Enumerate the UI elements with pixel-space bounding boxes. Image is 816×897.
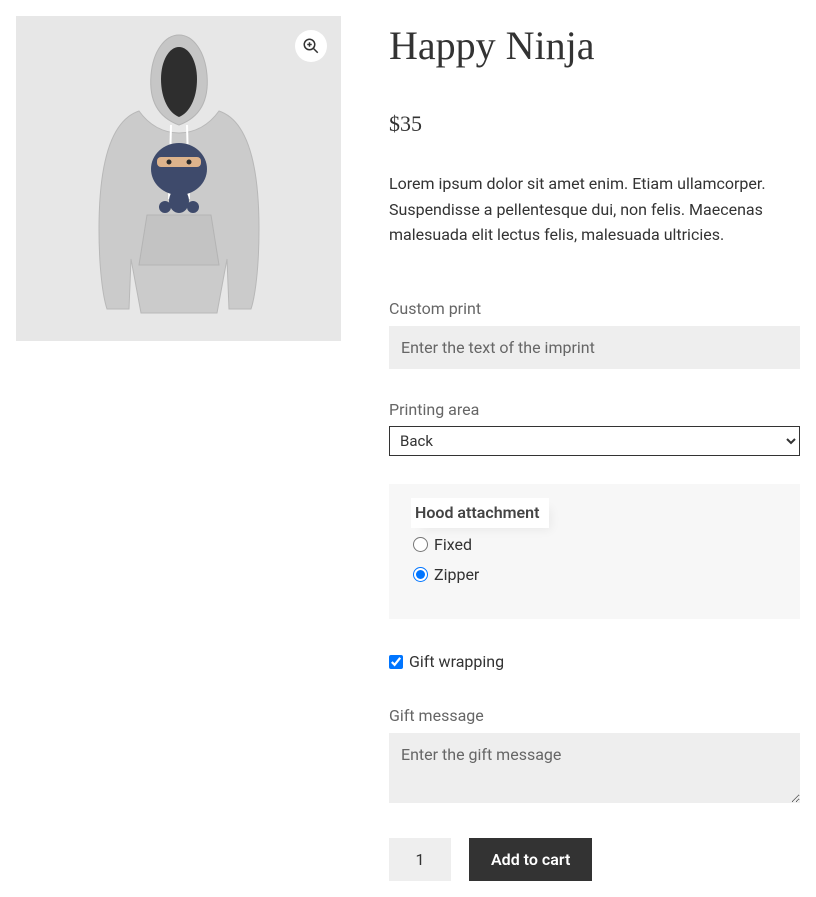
zoom-button[interactable]: [295, 30, 327, 62]
add-to-cart-button[interactable]: Add to cart: [469, 838, 592, 881]
gift-wrapping-field: Gift wrapping: [389, 649, 800, 675]
product-image[interactable]: [16, 16, 341, 341]
gift-wrapping-label[interactable]: Gift wrapping: [409, 649, 504, 675]
hood-attachment-fieldset: Hood attachment Fixed Zipper: [389, 484, 800, 619]
quantity-input[interactable]: [389, 838, 451, 881]
hood-fixed-label[interactable]: Fixed: [434, 532, 472, 558]
printing-area-select[interactable]: Back: [389, 426, 800, 456]
product-price: $35: [389, 106, 800, 141]
hood-zipper-radio[interactable]: [413, 567, 428, 582]
hoodie-illustration: [69, 29, 289, 329]
magnify-plus-icon: [302, 37, 320, 55]
product-short-description: Lorem ipsum dolor sit amet enim. Etiam u…: [389, 171, 800, 248]
gift-message-field: Gift message: [389, 703, 800, 810]
custom-print-input[interactable]: [389, 326, 800, 369]
custom-print-field: Custom print: [389, 296, 800, 369]
product-summary: Happy Ninja $35 Lorem ipsum dolor sit am…: [389, 16, 800, 881]
printing-area-label: Printing area: [389, 397, 800, 423]
hood-attachment-legend: Hood attachment: [411, 498, 549, 528]
custom-print-label: Custom print: [389, 296, 800, 322]
hood-option-fixed: Fixed: [413, 532, 776, 558]
add-to-cart-row: Add to cart: [389, 838, 800, 881]
hood-fixed-radio[interactable]: [413, 537, 428, 552]
product-title: Happy Ninja: [389, 22, 800, 70]
gift-message-textarea[interactable]: [389, 733, 800, 803]
product-page: Happy Ninja $35 Lorem ipsum dolor sit am…: [16, 16, 800, 881]
product-gallery: [16, 16, 341, 881]
gift-message-label: Gift message: [389, 703, 800, 729]
gift-wrapping-checkbox[interactable]: [389, 655, 403, 669]
printing-area-field: Printing area Back: [389, 397, 800, 457]
hood-zipper-label[interactable]: Zipper: [434, 562, 479, 588]
hood-option-zipper: Zipper: [413, 562, 776, 588]
